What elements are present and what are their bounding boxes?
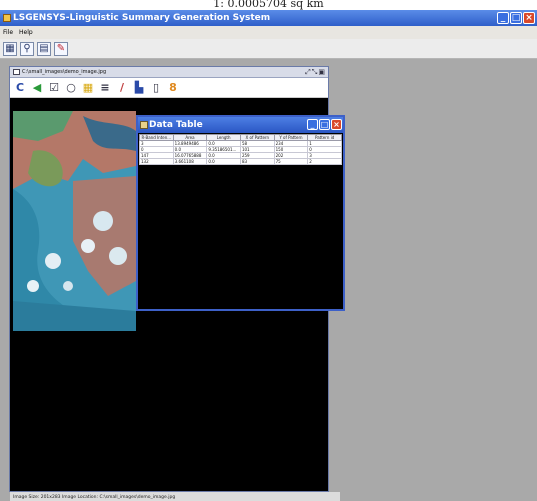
pin-icon[interactable]: ✎ <box>54 41 68 56</box>
maximize-icon[interactable]: □ <box>510 12 522 24</box>
data-table-grid: R-Band Inten... Area Length X of Pattern… <box>139 134 342 165</box>
data-table-minimize-icon[interactable]: _ <box>307 119 318 130</box>
line-tool-icon[interactable]: / <box>115 80 129 95</box>
table-row[interactable]: 132 3.661108 0.0 83 75 2 <box>139 158 342 165</box>
minimize-icon[interactable]: _ <box>497 12 509 24</box>
close-icon[interactable]: × <box>523 12 535 24</box>
table-cell: 0.0 <box>206 158 241 165</box>
image-window-controls[interactable]: ⤢⤡▣ <box>305 68 326 77</box>
app-titlebar: LSGENSYS-Linguistic Summary Generation S… <box>0 10 537 26</box>
table-cell: 83 <box>239 158 275 165</box>
menu-bar: File Help <box>0 26 537 39</box>
app-logo-icon <box>3 14 11 22</box>
data-table-close-icon[interactable]: × <box>331 119 342 130</box>
table-cell: 132 <box>139 158 174 165</box>
column-header[interactable]: R-Band Inten... <box>139 134 174 141</box>
circle-tool-icon[interactable]: ○ <box>64 80 78 95</box>
data-table-window: Data Table _ □ × R-Band Inten... Area Le… <box>136 115 345 311</box>
image-window-titlebar: C:\small_images\demo_image.jpg ⤢⤡▣ <box>10 67 328 78</box>
app-title: LSGENSYS-Linguistic Summary Generation S… <box>13 13 271 23</box>
menu-file[interactable]: File <box>3 26 13 39</box>
column-header[interactable]: Y of Pattern <box>273 134 309 141</box>
search-icon[interactable]: ⚲ <box>20 41 34 56</box>
data-table-titlebar: Data Table _ □ × <box>138 117 343 133</box>
page-tool-icon[interactable]: ▯ <box>149 80 163 95</box>
data-table-title: Data Table <box>149 120 203 130</box>
table-cell: 75 <box>273 158 309 165</box>
image-status-bar: Image Size: 201x283 Image Location: C:\s… <box>10 492 340 501</box>
list-tool-icon[interactable]: ≡ <box>98 80 112 95</box>
table-cell: 2 <box>307 158 342 165</box>
image-window-title: C:\small_images\demo_image.jpg <box>22 69 107 75</box>
c-tool-icon[interactable]: C <box>13 80 27 95</box>
satellite-image-graphic <box>13 111 136 331</box>
table-cell: 9.35186501... <box>206 146 241 153</box>
fill-tool-icon[interactable]: ◀ <box>30 80 44 95</box>
image-toolbar: C ◀ ☑ ○ ▦ ≡ / ▙ ▯ 8 <box>10 78 328 98</box>
table-cell: 3.661108 <box>172 158 208 165</box>
figure-tool-icon[interactable]: 8 <box>166 80 180 95</box>
scale-caption: 1: 0.0005704 sq km <box>213 0 324 10</box>
app-window: LSGENSYS-Linguistic Summary Generation S… <box>0 10 537 501</box>
histogram-tool-icon[interactable]: ▦ <box>81 80 95 95</box>
main-toolbar: ▦ ⚲ ▤ ✎ <box>0 39 537 59</box>
data-table-window-icon <box>140 121 148 129</box>
menu-help[interactable]: Help <box>19 26 33 39</box>
check-tool-icon[interactable]: ☑ <box>47 80 61 95</box>
satellite-image[interactable] <box>13 111 136 331</box>
document-icon[interactable]: ▤ <box>37 41 51 56</box>
data-table-maximize-icon[interactable]: □ <box>319 119 330 130</box>
window-icon <box>13 69 20 75</box>
chart-tool-icon[interactable]: ▙ <box>132 80 146 95</box>
table-icon[interactable]: ▦ <box>3 41 17 56</box>
